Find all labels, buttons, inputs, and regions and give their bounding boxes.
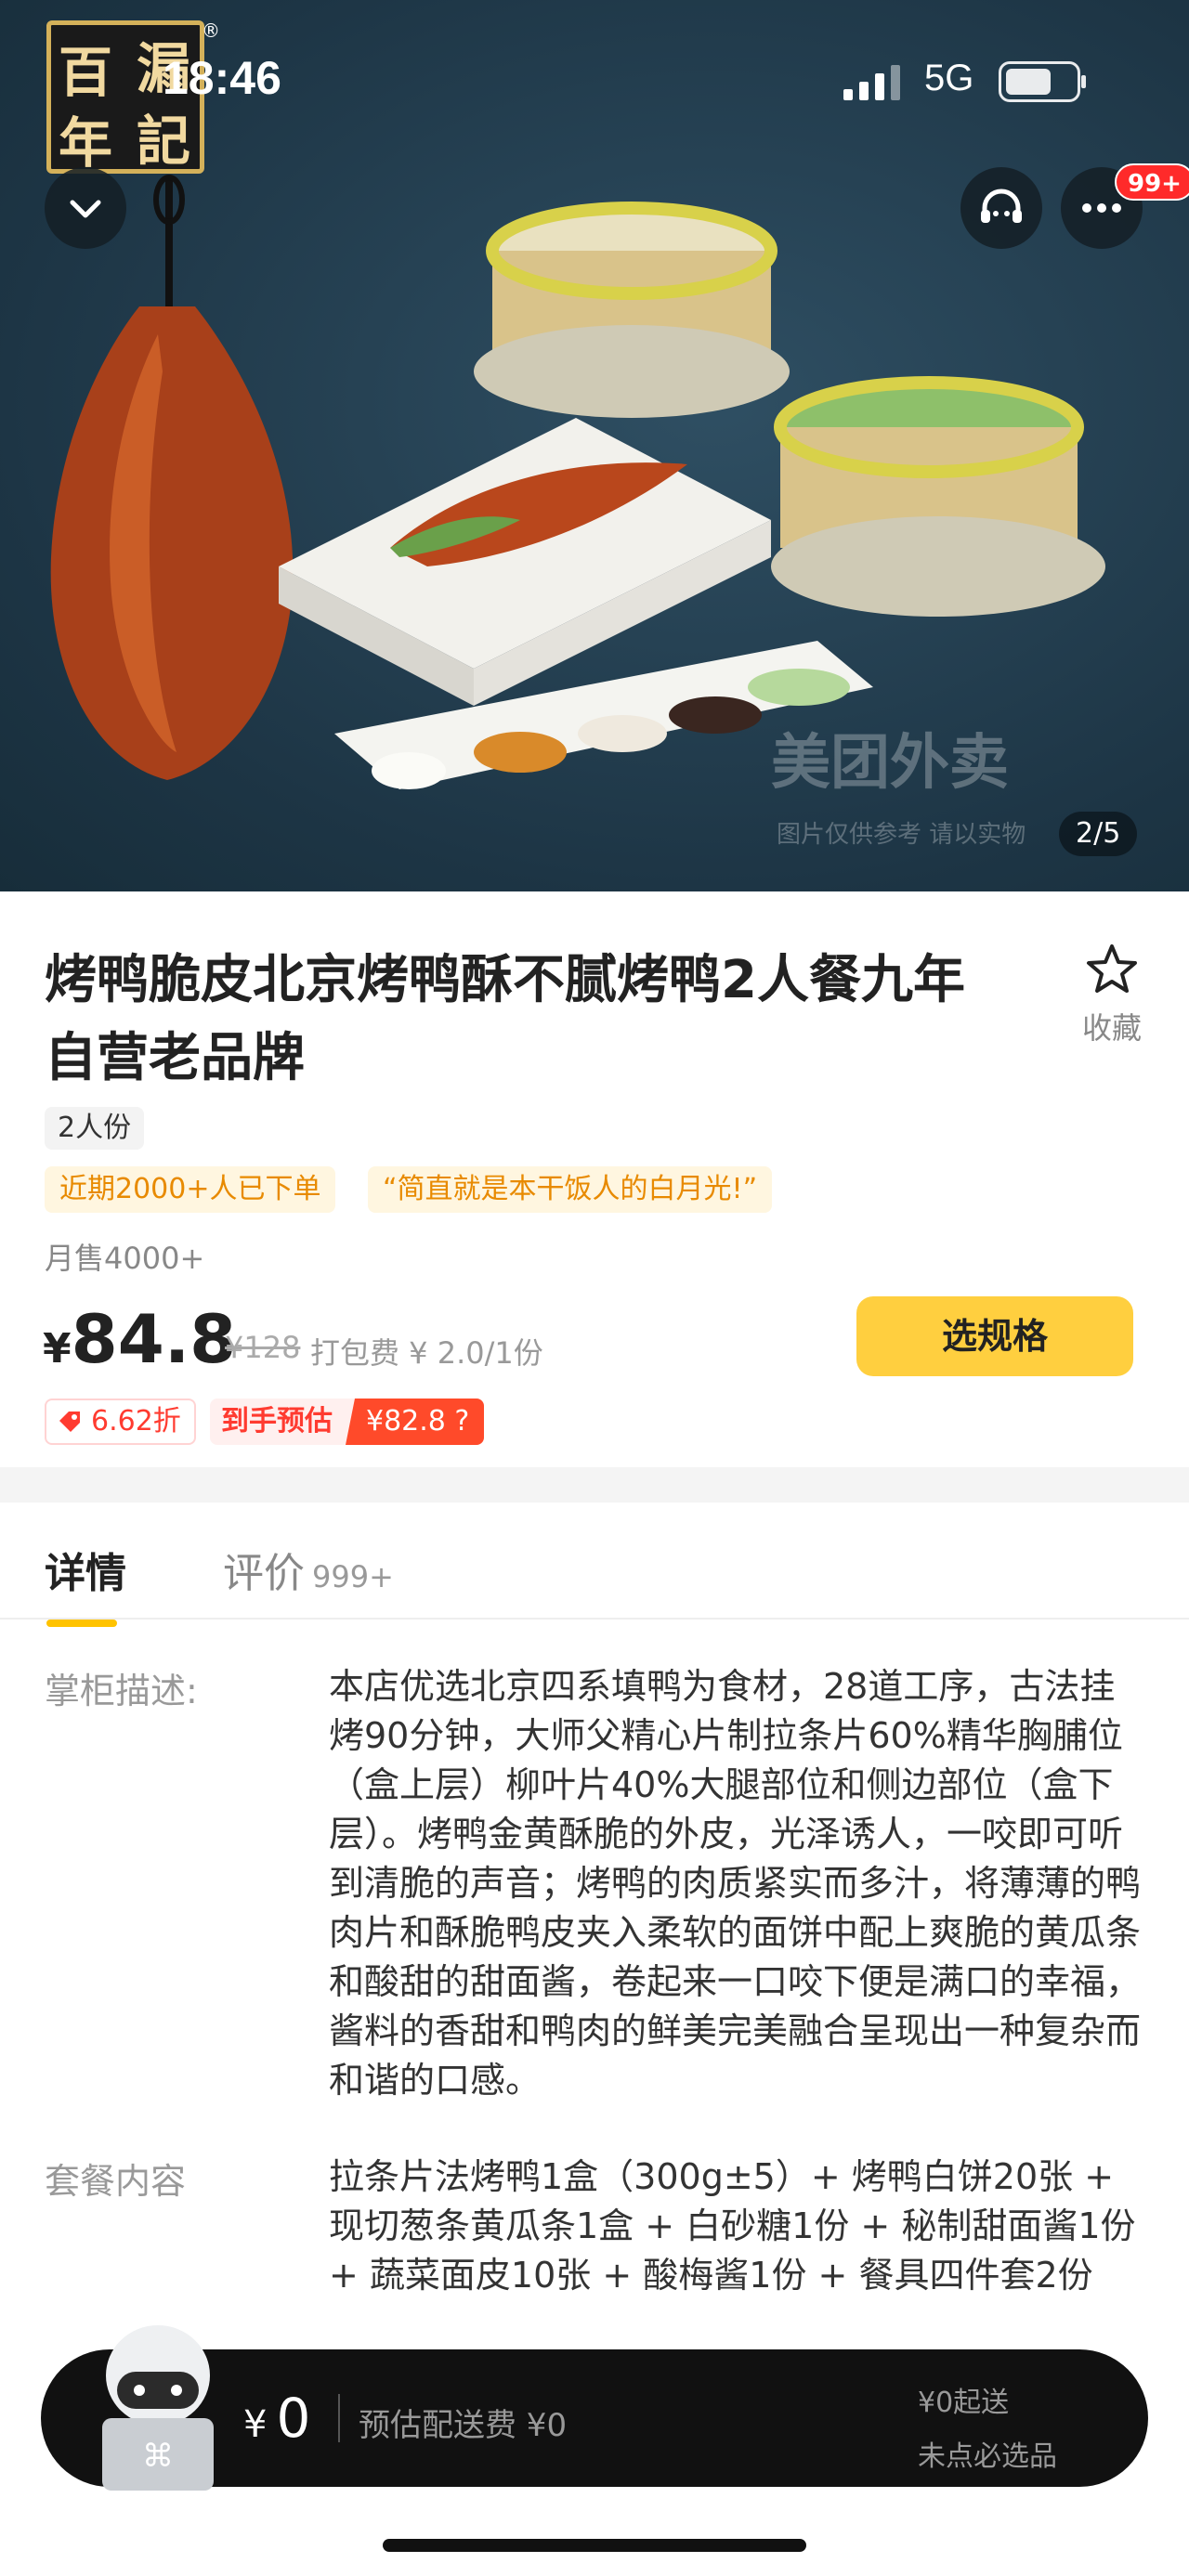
section-divider (0, 1467, 1189, 1503)
mascot-icon: ⌘ (102, 2325, 214, 2491)
favorite-label: 收藏 (1081, 1010, 1142, 1046)
signal-icon (843, 65, 900, 100)
watermark: 美团外卖 (771, 729, 1009, 798)
original-price: ¥128 (225, 1330, 301, 1365)
notification-badge: 99+ (1115, 163, 1189, 201)
status-time: 18:46 (163, 52, 281, 104)
star-icon (1087, 944, 1137, 993)
tab-detail[interactable]: 详情 (45, 1540, 126, 1627)
price-tag-icon (59, 1412, 80, 1432)
discount-tag: 6.62折 (45, 1399, 196, 1445)
promo-tag: “简直就是本干饭人的白月光!” (368, 1166, 773, 1213)
promo-tag: 近期2000+人已下单 (45, 1166, 336, 1213)
review-count: 999+ (312, 1559, 394, 1594)
chevron-down-icon (70, 200, 101, 218)
status-bar: 18:46 5G (0, 0, 1189, 139)
product-title: 烤鸭脆皮北京烤鸭酥不腻烤鸭2人餐九年自营老品牌 (45, 950, 965, 1088)
packing-fee: 打包费 ¥ 2.0/1份 (310, 1335, 543, 1371)
min-order: ¥0起送 (918, 2387, 1010, 2419)
home-indicator[interactable] (383, 2539, 806, 2552)
package-label: 套餐内容 (45, 2161, 187, 2202)
active-tab-indicator (46, 1620, 117, 1627)
tab-review[interactable]: 评价 999+ (223, 1540, 394, 1599)
estimate-price-tag[interactable]: 到手预估 ¥82.8 ? (210, 1399, 485, 1445)
owner-desc-label: 掌柜描述: (45, 1671, 198, 1711)
image-counter: 2/5 (1059, 812, 1138, 856)
package-content-text: 拉条片法烤鸭1盒（300g±5）+ 烤鸭白饼20张 + 现切葱条黄瓜条1盒 + … (329, 2156, 1136, 2296)
battery-icon (999, 61, 1086, 102)
delivery-fee: 预估配送费 ¥0 (359, 2407, 568, 2444)
collapse-button[interactable] (45, 167, 126, 249)
estimate-price: ¥82.8 ? (346, 1399, 485, 1445)
required-item-hint: 未点必选品 (918, 2440, 1057, 2473)
monthly-sales: 月售4000+ (45, 1241, 205, 1276)
headset-icon (981, 189, 1022, 223)
svg-text:⌘: ⌘ (142, 2438, 174, 2475)
watermark-note: 图片仅供参考 请以实物 (777, 821, 1026, 849)
owner-desc-text: 本店优选北京四系填鸭为食材，28道工序，古法挂烤90分钟，大师父精心片制拉条片6… (329, 1666, 1142, 2101)
product-detail-page: 百 年 漏 記 ® 18:46 5G 99+ 美团外卖 图片仅供参考 请以实物 … (0, 0, 1189, 2576)
network-label: 5G (924, 58, 974, 98)
select-spec-button[interactable]: 选规格 (856, 1296, 1133, 1376)
cart-total: ¥0 (243, 2387, 311, 2450)
product-image-carousel[interactable]: 百 年 漏 記 ® 18:46 5G 99+ 美团外卖 图片仅供参考 请以实物 … (0, 0, 1189, 891)
detail-tabs: 详情 评价 999+ (0, 1503, 1189, 1627)
favorite-button[interactable]: 收藏 (1070, 943, 1154, 1047)
price: ¥84.8 (43, 1300, 237, 1378)
cart-separator (338, 2394, 340, 2442)
product-info: 烤鸭脆皮北京烤鸭酥不腻烤鸭2人餐九年自营老品牌 收藏 2人份 近期2000+人已… (0, 891, 1189, 1467)
serving-tag: 2人份 (45, 1107, 145, 1150)
customer-service-button[interactable] (960, 167, 1042, 249)
